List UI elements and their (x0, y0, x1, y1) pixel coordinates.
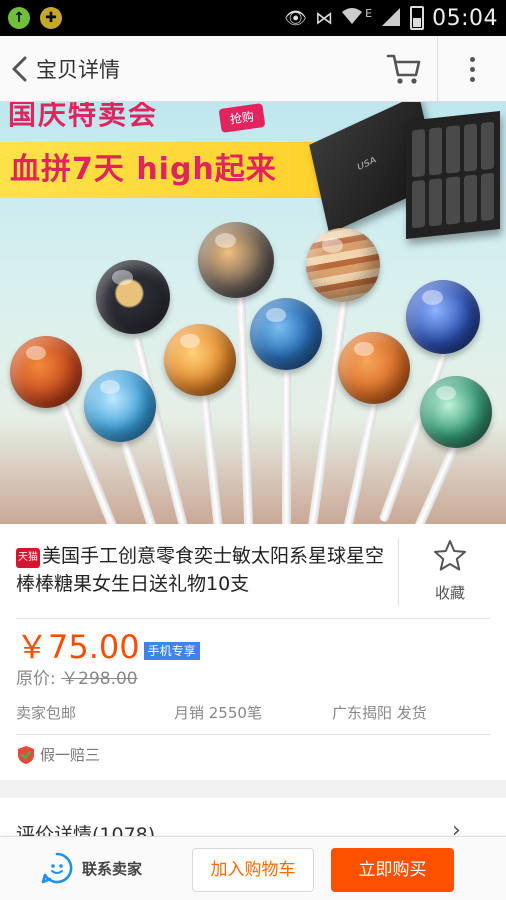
mute-icon: ⋈ (315, 7, 334, 29)
more-vertical-icon (469, 56, 475, 62)
lollipop-stick (340, 401, 379, 524)
saturn-lollipop (96, 260, 170, 334)
divider (16, 618, 490, 619)
bottom-action-bar: 联系卖家 加入购物车 立即购买 (0, 836, 506, 900)
contact-seller-button[interactable]: 联系卖家 (40, 851, 142, 885)
favorite-button[interactable]: 收藏 (414, 538, 486, 618)
header-divider (437, 36, 438, 102)
status-bar: ↑ ✚ 👁 ⋈ E 05:04 (0, 0, 506, 36)
back-button[interactable] (4, 36, 34, 102)
guarantee-label: 假一赔三 (40, 746, 101, 764)
lollipop-stick (120, 440, 166, 524)
original-price-row: 原价: ￥298.00 (16, 664, 138, 689)
star-icon (434, 540, 466, 571)
guarantee-row[interactable]: 假一赔三 (16, 744, 100, 765)
top-nav: 宝贝详情 (0, 36, 506, 102)
shipping-info: 卖家包邮 (16, 704, 77, 722)
wifi-icon (341, 7, 363, 30)
ship-from: 广东揭阳 发货 (332, 704, 427, 722)
product-title-block: 天猫 美国手工创意零食奕士敏太阳系星球星空棒棒糖果女生日送礼物10支 (16, 542, 386, 598)
venus-lollipop (164, 324, 236, 396)
buy-now-button[interactable]: 立即购买 (331, 848, 454, 892)
product-info-card: 天猫 美国手工创意零食奕士敏太阳系星球星空棒棒糖果女生日送礼物10支 收藏 ￥75… (0, 524, 506, 780)
notification-icon: ✚ (40, 7, 62, 29)
divider (16, 734, 490, 735)
shield-icon (18, 745, 34, 764)
original-price: ￥298.00 (61, 669, 138, 689)
contact-seller-label: 联系卖家 (82, 859, 143, 878)
tmall-badge: 天猫 (16, 548, 40, 568)
promo-banner-slogan: 血拼7天 high起来 (0, 142, 340, 198)
cart-button[interactable] (376, 44, 432, 94)
jupiter-moon-lollipop (198, 222, 274, 298)
promo-tag: 抢购 (218, 103, 266, 133)
cart-icon (386, 54, 421, 84)
nebula-lollipop (420, 376, 492, 448)
page-title: 宝贝详情 (36, 57, 120, 82)
chevron-left-icon (12, 56, 27, 81)
favorite-label: 收藏 (434, 584, 465, 602)
battery-icon (410, 6, 425, 30)
mars-lollipop (10, 336, 82, 408)
neptune-lollipop (406, 280, 480, 354)
price-row: ￥75.00 手机专享 (16, 626, 200, 666)
favorite-divider (398, 538, 399, 606)
current-price: ￥75.00 (16, 628, 140, 666)
network-type-label: E (365, 6, 373, 20)
chat-face-icon (41, 852, 73, 884)
uranus-lollipop (84, 370, 156, 442)
lollipop-stick (282, 372, 291, 524)
product-title: 美国手工创意零食奕士敏太阳系星球星空棒棒糖果女生日送礼物10支 (16, 545, 385, 595)
add-to-cart-button[interactable]: 加入购物车 (192, 848, 314, 892)
lollipop-stick (407, 440, 461, 524)
mobile-exclusive-tag: 手机专享 (143, 642, 200, 660)
signal-icon (380, 6, 402, 31)
lollipop-stick (200, 395, 226, 524)
original-price-label: 原价: (16, 669, 56, 689)
more-menu-button[interactable] (448, 44, 496, 94)
mercury-lollipop (338, 332, 410, 404)
jupiter-lollipop (306, 228, 380, 302)
monthly-sales: 月销 2550笔 (174, 704, 262, 722)
gift-box (406, 111, 500, 239)
clock: 05:04 (432, 5, 498, 31)
upload-icon: ↑ (8, 7, 30, 29)
eye-icon: 👁 (284, 7, 308, 29)
earth-lollipop (250, 298, 322, 370)
product-image-carousel[interactable]: 国庆特卖会 抢购 血拼7天 high起来 USA › (0, 102, 506, 524)
